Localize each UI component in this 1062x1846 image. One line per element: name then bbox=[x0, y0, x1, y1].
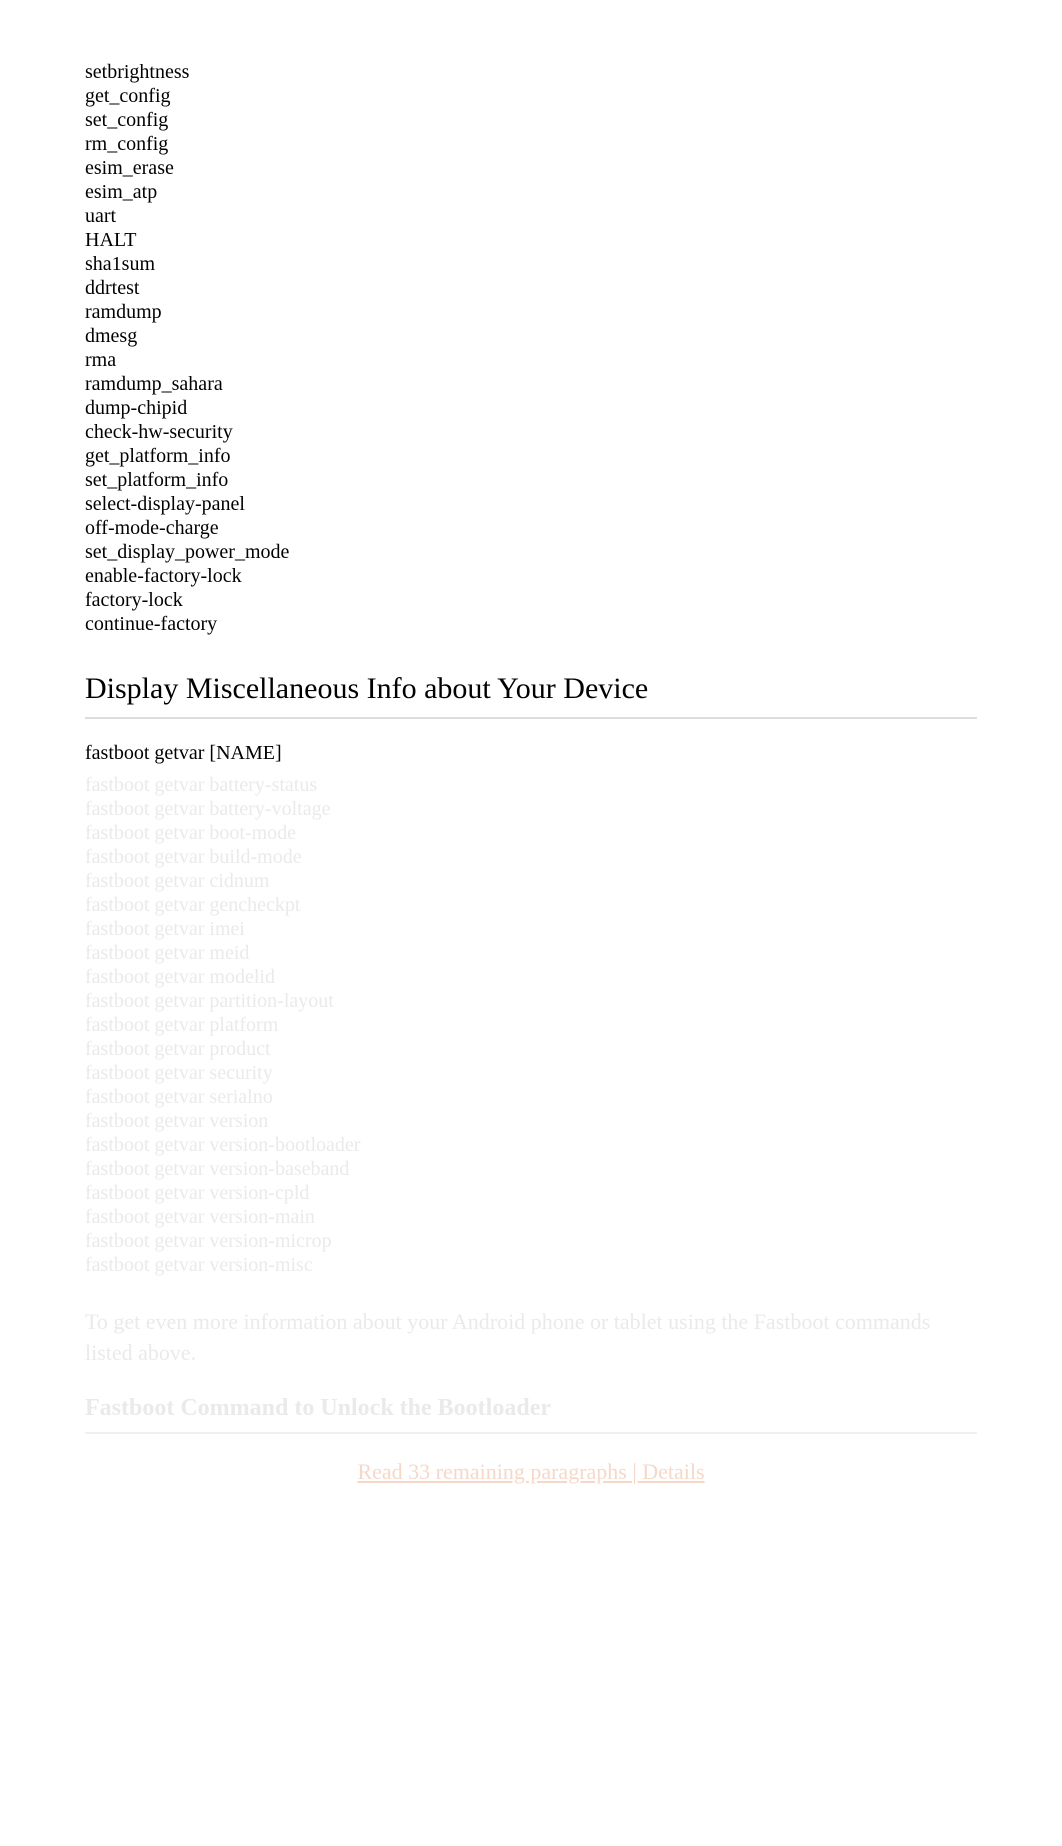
command-item: esim_atp bbox=[85, 180, 977, 204]
command-item: continue-factory bbox=[85, 612, 977, 636]
command-item: setbrightness bbox=[85, 60, 977, 84]
command-item: check-hw-security bbox=[85, 420, 977, 444]
command-item: ramdump bbox=[85, 300, 977, 324]
getvar-command-item: fastboot getvar version-main bbox=[85, 1205, 977, 1229]
command-item: esim_erase bbox=[85, 156, 977, 180]
section-divider-faded bbox=[85, 1432, 977, 1434]
getvar-command-item: fastboot getvar boot-mode bbox=[85, 821, 977, 845]
command-item: ramdump_sahara bbox=[85, 372, 977, 396]
section-title-unlock-bootloader: Fastboot Command to Unlock the Bootloade… bbox=[85, 1394, 977, 1423]
command-item: ddrtest bbox=[85, 276, 977, 300]
read-more-link[interactable]: Read 33 remaining paragraphs | Details bbox=[85, 1459, 977, 1485]
command-item: set_display_power_mode bbox=[85, 540, 977, 564]
getvar-command-item: fastboot getvar security bbox=[85, 1061, 977, 1085]
getvar-command-item: fastboot getvar build-mode bbox=[85, 845, 977, 869]
description-paragraph: To get even more information about your … bbox=[85, 1307, 977, 1369]
bottom-whitespace bbox=[85, 1486, 977, 1786]
getvar-command-item: fastboot getvar meid bbox=[85, 941, 977, 965]
command-item: select-display-panel bbox=[85, 492, 977, 516]
getvar-command-item: fastboot getvar version bbox=[85, 1109, 977, 1133]
getvar-command-item: fastboot getvar modelid bbox=[85, 965, 977, 989]
command-item: set_platform_info bbox=[85, 468, 977, 492]
getvar-command-item: fastboot getvar partition-layout bbox=[85, 989, 977, 1013]
getvar-command-item: fastboot getvar version-bootloader bbox=[85, 1133, 977, 1157]
command-item: dmesg bbox=[85, 324, 977, 348]
command-item: set_config bbox=[85, 108, 977, 132]
section-divider bbox=[85, 717, 977, 719]
getvar-command-item: fastboot getvar gencheckpt bbox=[85, 893, 977, 917]
command-item: sha1sum bbox=[85, 252, 977, 276]
getvar-command-item: fastboot getvar version-misc bbox=[85, 1253, 977, 1277]
getvar-command-item: fastboot getvar cidnum bbox=[85, 869, 977, 893]
getvar-command-item: fastboot getvar version-microp bbox=[85, 1229, 977, 1253]
command-item: get_platform_info bbox=[85, 444, 977, 468]
command-item: HALT bbox=[85, 228, 977, 252]
command-item: uart bbox=[85, 204, 977, 228]
getvar-command-item: fastboot getvar imei bbox=[85, 917, 977, 941]
command-item: dump-chipid bbox=[85, 396, 977, 420]
command-item: rm_config bbox=[85, 132, 977, 156]
code-header-getvar: fastboot getvar [NAME] bbox=[85, 741, 977, 765]
getvar-command-item: fastboot getvar battery-voltage bbox=[85, 797, 977, 821]
getvar-command-item: fastboot getvar version-cpld bbox=[85, 1181, 977, 1205]
command-item: factory-lock bbox=[85, 588, 977, 612]
getvar-command-item: fastboot getvar version-baseband bbox=[85, 1157, 977, 1181]
section-title-misc-info: Display Miscellaneous Info about Your De… bbox=[85, 671, 977, 707]
command-item: get_config bbox=[85, 84, 977, 108]
command-item: enable-factory-lock bbox=[85, 564, 977, 588]
command-item: rma bbox=[85, 348, 977, 372]
getvar-command-item: fastboot getvar serialno bbox=[85, 1085, 977, 1109]
getvar-command-list: fastboot getvar battery-statusfastboot g… bbox=[85, 773, 977, 1277]
getvar-command-item: fastboot getvar product bbox=[85, 1037, 977, 1061]
command-list: setbrightnessget_configset_configrm_conf… bbox=[85, 60, 977, 636]
command-item: off-mode-charge bbox=[85, 516, 977, 540]
getvar-command-item: fastboot getvar platform bbox=[85, 1013, 977, 1037]
getvar-command-item: fastboot getvar battery-status bbox=[85, 773, 977, 797]
